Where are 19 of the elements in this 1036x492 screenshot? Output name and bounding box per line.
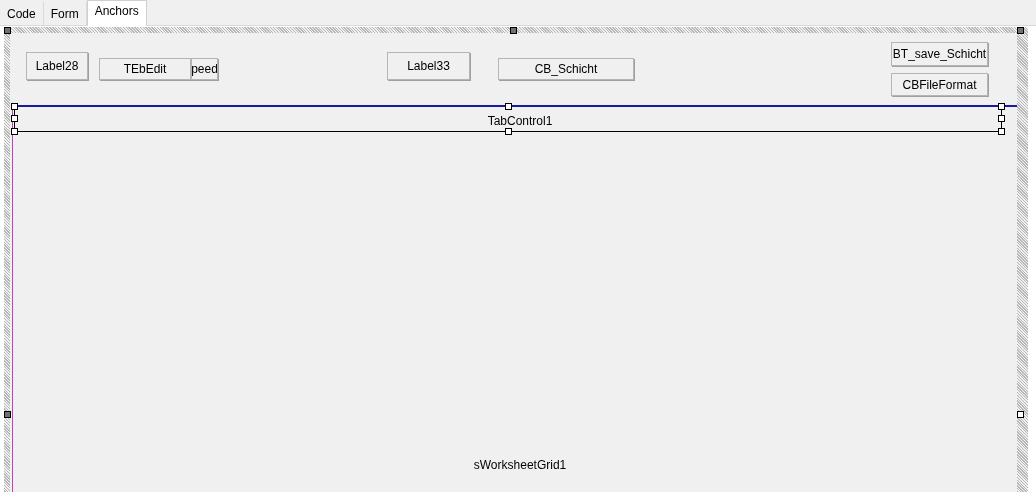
component-panel[interactable]: CB_Schicht <box>498 58 634 80</box>
resize-handle-icon[interactable] <box>4 411 11 418</box>
resize-handle-icon[interactable] <box>510 27 517 34</box>
editor-tab[interactable]: Anchors <box>86 0 147 26</box>
component-panel[interactable]: Label28 <box>26 52 88 80</box>
worksheet-grid-label: sWorksheetGrid1 <box>472 457 568 474</box>
editor-tab[interactable]: Code <box>0 2 44 26</box>
resize-handle-icon[interactable] <box>1017 27 1024 34</box>
component-panel[interactable]: TEbEdit <box>99 58 191 80</box>
component-panel[interactable]: peed <box>191 58 218 80</box>
editor-tab[interactable]: Form <box>43 2 87 26</box>
component-panel[interactable]: CBFileFormat <box>891 73 988 96</box>
resize-handle-icon[interactable] <box>505 128 512 135</box>
resize-handle-icon[interactable] <box>4 27 11 34</box>
resize-handle-icon[interactable] <box>1017 411 1024 418</box>
tab-control-label: TabControl1 <box>486 113 554 130</box>
resize-handle-icon[interactable] <box>505 103 512 110</box>
component-panel[interactable]: Label33 <box>387 52 470 80</box>
component-panel[interactable]: BT_save_Schicht <box>891 42 988 66</box>
